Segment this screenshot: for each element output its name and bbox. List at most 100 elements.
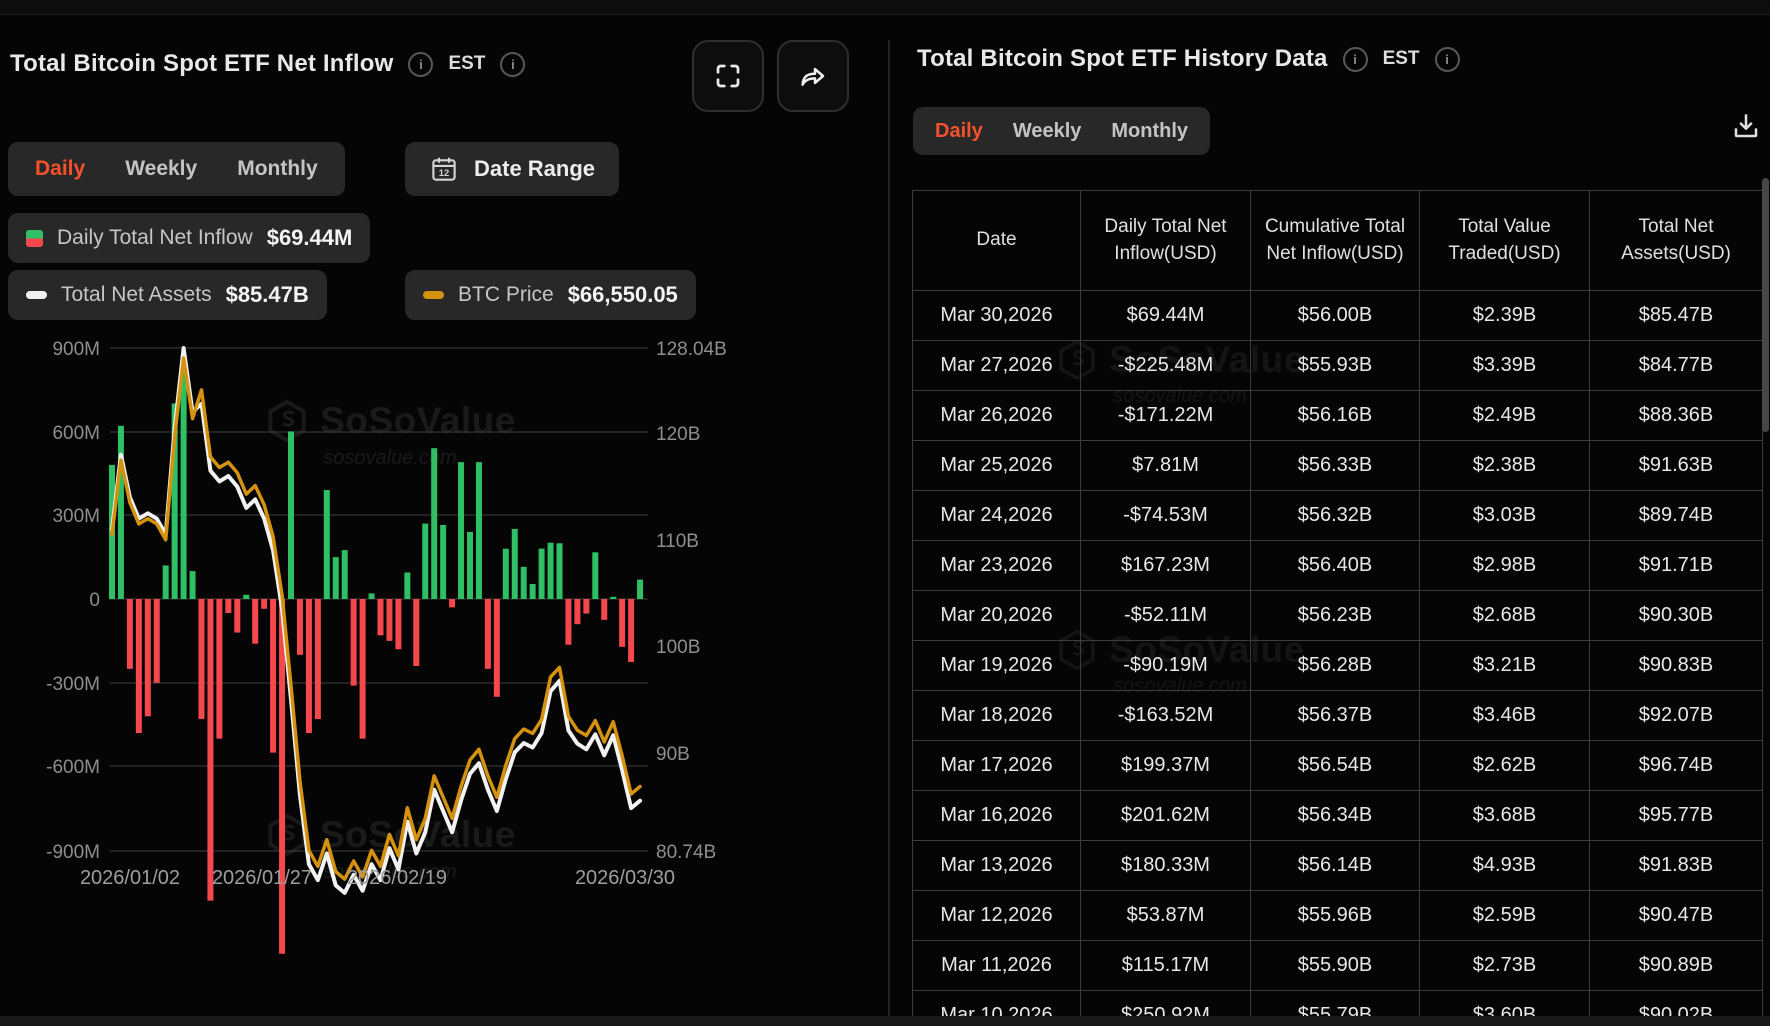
x-axis-tick: 2026/01/27 [212,867,312,889]
cell-daily: -$171.22M [1081,391,1251,441]
cell-daily: $7.81M [1081,441,1251,491]
x-axis-tick: 2026/01/02 [80,867,180,889]
inflow-bar [368,593,375,599]
sosovalue-dashboard: Total Bitcoin Spot ETF Net Inflow i EST … [0,0,1770,1026]
outflow-bar [234,599,241,633]
outflow-bar [216,599,223,739]
table-row: Mar 19,2026 -$90.19M $56.28B $3.21B $90.83B [912,641,1763,691]
table-scrollbar[interactable] [1762,178,1769,432]
table-row: Mar 27,2026 -$225.48M $55.93B $3.39B $84.77B [912,341,1763,391]
table-row: Mar 25,2026 $7.81M $56.33B $2.38B $91.63B [912,441,1763,491]
inflow-bar [180,355,187,599]
right-axis-tick: 110B [656,531,699,552]
cell-assets: $96.74B [1590,741,1763,791]
table-panel-title: Total Bitcoin Spot ETF History Data [917,45,1328,72]
table-row: Mar 11,2026 $115.17M $55.90B $2.73B $90.89B [912,941,1763,991]
outflow-bar [305,599,312,734]
cell-cumulative: $56.34B [1251,791,1420,841]
outflow-bar [449,599,456,608]
cell-date: Mar 23,2026 [912,541,1081,591]
cell-cumulative: $55.93B [1251,341,1420,391]
right-axis-tick: 90B [656,744,690,765]
cell-assets: $91.71B [1590,541,1763,591]
cell-traded: $4.93B [1420,841,1590,891]
cell-cumulative: $56.37B [1251,691,1420,741]
cell-traded: $2.59B [1420,891,1590,941]
net-inflow-chart[interactable]: 900M 600M 300M 0 -300M -600M -900M 128.04B 120B 1… [0,0,888,1026]
download-button[interactable] [1724,104,1768,148]
cell-daily: $167.23M [1081,541,1251,591]
inflow-bar [332,557,339,599]
cell-date: Mar 11,2026 [912,941,1081,991]
chart-canvas: 900M 600M 300M 0 -300M -600M -900M 128.04B 120B 1… [46,339,727,954]
inflow-bar [610,596,617,599]
inflow-bar [288,431,294,599]
net-assets-line [110,346,643,895]
outflow-bar [198,599,205,720]
cell-traded: $3.21B [1420,641,1590,691]
inflow-bar [189,571,196,599]
outflow-bar [619,599,626,647]
tab-monthly[interactable]: Monthly [1111,120,1188,143]
cell-cumulative: $56.33B [1251,441,1420,491]
outflow-bar [270,599,277,753]
tab-daily[interactable]: Daily [935,120,983,143]
table-row: Mar 16,2026 $201.62M $56.34B $3.68B $95.77B [912,791,1763,841]
x-axis-tick: 2026/02/19 [347,867,447,889]
cell-assets: $90.83B [1590,641,1763,691]
outflow-bar [207,599,214,901]
left-axis-tick: 300M [52,506,100,527]
cell-traded: $2.62B [1420,741,1590,791]
cell-daily: $69.44M [1081,291,1251,341]
cell-date: Mar 12,2026 [912,891,1081,941]
outflow-bar [386,599,393,641]
cell-assets: $90.89B [1590,941,1763,991]
cell-cumulative: $56.23B [1251,591,1420,641]
cell-daily: $53.87M [1081,891,1251,941]
cell-date: Mar 17,2026 [912,741,1081,791]
cell-traded: $2.68B [1420,591,1590,641]
outflow-bar [395,599,402,650]
cell-cumulative: $56.14B [1251,841,1420,891]
cell-daily: -$52.11M [1081,591,1251,641]
outflow-bar [601,599,608,620]
outflow-bar [484,599,491,669]
cell-traded: $3.03B [1420,491,1590,541]
cell-traded: $2.98B [1420,541,1590,591]
column-header: Cumulative Total Net Inflow(USD) [1251,190,1420,291]
cell-cumulative: $55.90B [1251,941,1420,991]
outflow-bar [261,599,268,609]
table-header-row: Date Daily Total Net Inflow(USD) Cumulativ… [912,190,1763,291]
cell-assets: $95.77B [1590,791,1763,841]
cell-traded: $3.46B [1420,691,1590,741]
right-axis-tick: 128.04B [656,339,727,360]
outflow-bar [574,599,581,625]
inflow-bar [637,579,644,599]
outflow-bar [225,599,232,613]
cell-date: Mar 30,2026 [912,291,1081,341]
column-header: Total Net Assets(USD) [1590,190,1763,291]
cell-assets: $92.07B [1590,691,1763,741]
tab-weekly[interactable]: Weekly [1013,120,1082,143]
outflow-bar [359,599,366,739]
outflow-bar [565,599,572,645]
cell-cumulative: $56.40B [1251,541,1420,591]
inflow-bar [529,583,536,599]
left-axis-tick: 900M [52,339,100,360]
cell-daily: -$74.53M [1081,491,1251,541]
inflow-bar [431,448,438,599]
cell-daily: $199.37M [1081,741,1251,791]
table-period-tabs: Daily Weekly Monthly [913,107,1211,155]
cell-cumulative: $56.28B [1251,641,1420,691]
cell-daily: $115.17M [1081,941,1251,991]
inflow-bar [467,531,473,599]
info-icon[interactable]: i [1434,46,1460,72]
inflow-bar [323,490,330,599]
btc-price-line [110,356,642,881]
info-icon[interactable]: i [1342,46,1368,72]
cell-cumulative: $55.96B [1251,891,1420,941]
outflow-bar [135,599,142,734]
cell-traded: $2.39B [1420,291,1590,341]
cell-assets: $91.63B [1590,441,1763,491]
cell-date: Mar 19,2026 [912,641,1081,691]
